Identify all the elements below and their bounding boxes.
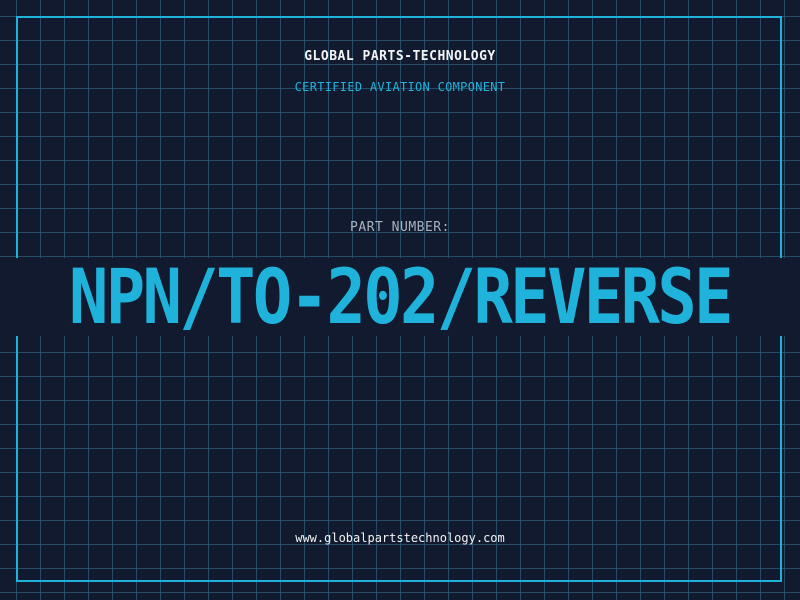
part-number-label: PART NUMBER: [350,220,450,235]
website-link[interactable]: www.globalpartstechnology.com [0,531,800,545]
company-name: GLOBAL PARTS-TECHNOLOGY [304,49,496,64]
certification-tagline: CERTIFIED AVIATION COMPONENT [294,80,506,94]
part-number-value: NPN/TO-202/REVERSE [69,252,733,341]
